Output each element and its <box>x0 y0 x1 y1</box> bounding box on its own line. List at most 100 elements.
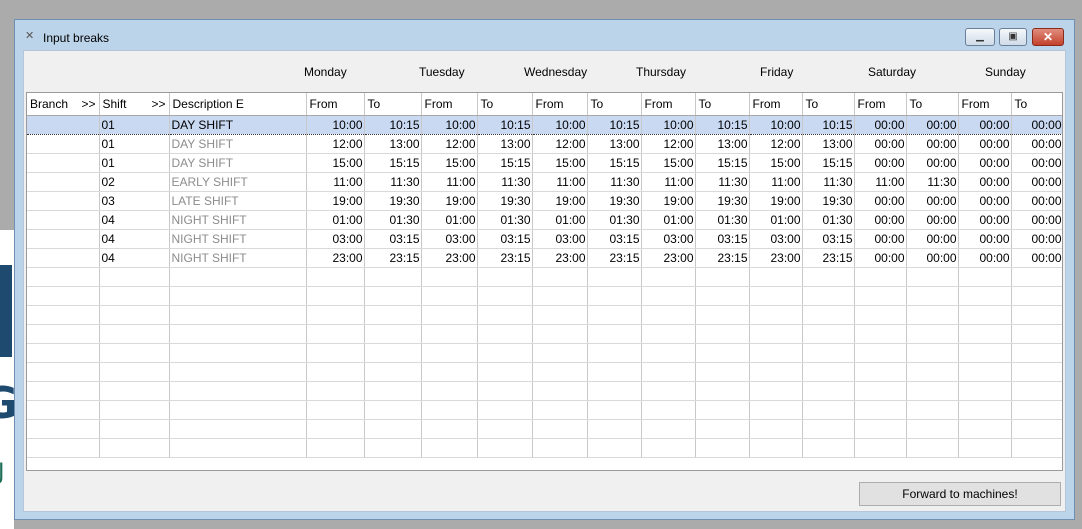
cell-to-time[interactable]: 10:15 <box>364 114 422 135</box>
cell-from-time[interactable]: 23:00 <box>421 248 478 268</box>
cell-empty[interactable] <box>1011 343 1062 363</box>
empty-row[interactable] <box>27 286 1062 306</box>
cell-empty[interactable] <box>587 362 642 382</box>
column-header-wednesday-from[interactable]: From <box>532 93 588 116</box>
cell-empty[interactable] <box>695 343 750 363</box>
cell-empty[interactable] <box>421 362 478 382</box>
column-header-friday-to[interactable]: To <box>802 93 855 116</box>
cell-empty[interactable] <box>364 324 422 344</box>
cell-from-time[interactable]: 19:00 <box>532 191 588 211</box>
cell-empty[interactable] <box>532 438 588 458</box>
cell-from-time[interactable]: 03:00 <box>749 229 803 249</box>
cell-from-time[interactable]: 00:00 <box>854 153 907 173</box>
cell-empty[interactable] <box>364 343 422 363</box>
cell-empty[interactable] <box>364 400 422 420</box>
empty-row[interactable] <box>27 267 1062 287</box>
cell-to-time[interactable]: 19:30 <box>364 191 422 211</box>
cell-empty[interactable] <box>421 400 478 420</box>
cell-empty[interactable] <box>641 362 696 382</box>
cell-empty[interactable] <box>906 381 959 401</box>
cell-from-time[interactable]: 15:00 <box>641 153 696 173</box>
cell-empty[interactable] <box>695 267 750 287</box>
cell-empty[interactable] <box>99 324 170 344</box>
cell-empty[interactable] <box>169 419 307 439</box>
cell-from-time[interactable]: 01:00 <box>749 210 803 230</box>
cell-description[interactable]: LATE SHIFT <box>169 191 307 211</box>
cell-from-time[interactable]: 12:00 <box>532 134 588 154</box>
column-header-saturday-from[interactable]: From <box>854 93 907 116</box>
cell-empty[interactable] <box>306 419 365 439</box>
cell-from-time[interactable]: 01:00 <box>641 210 696 230</box>
cell-description[interactable]: NIGHT SHIFT <box>169 248 307 268</box>
cell-to-time[interactable]: 19:30 <box>695 191 750 211</box>
cell-to-time[interactable]: 03:15 <box>587 229 642 249</box>
cell-from-time[interactable]: 12:00 <box>641 134 696 154</box>
empty-row[interactable] <box>27 324 1062 344</box>
cell-to-time[interactable]: 00:00 <box>1011 210 1062 230</box>
cell-empty[interactable] <box>532 381 588 401</box>
cell-to-time[interactable]: 15:15 <box>695 153 750 173</box>
cell-empty[interactable] <box>587 343 642 363</box>
cell-empty[interactable] <box>477 438 533 458</box>
cell-empty[interactable] <box>477 381 533 401</box>
cell-from-time[interactable]: 00:00 <box>958 229 1012 249</box>
cell-from-time[interactable]: 11:00 <box>854 172 907 192</box>
cell-from-time[interactable]: 00:00 <box>958 210 1012 230</box>
cell-empty[interactable] <box>1011 305 1062 325</box>
cell-empty[interactable] <box>958 267 1012 287</box>
cell-from-time[interactable]: 19:00 <box>421 191 478 211</box>
empty-row[interactable] <box>27 381 1062 401</box>
cell-branch[interactable] <box>27 172 100 192</box>
cell-empty[interactable] <box>306 381 365 401</box>
cell-to-time[interactable]: 23:15 <box>695 248 750 268</box>
cell-empty[interactable] <box>532 324 588 344</box>
column-header-shift[interactable]: Shift >> <box>99 93 170 116</box>
cell-to-time[interactable]: 00:00 <box>906 248 959 268</box>
cell-to-time[interactable]: 19:30 <box>587 191 642 211</box>
cell-empty[interactable] <box>695 381 750 401</box>
cell-empty[interactable] <box>802 400 855 420</box>
column-header-monday-to[interactable]: To <box>364 93 422 116</box>
cell-empty[interactable] <box>169 305 307 325</box>
cell-from-time[interactable]: 00:00 <box>958 191 1012 211</box>
cell-to-time[interactable]: 13:00 <box>477 134 533 154</box>
forward-to-machines-button[interactable]: Forward to machines! <box>859 482 1061 506</box>
cell-to-time[interactable]: 00:00 <box>906 191 959 211</box>
cell-empty[interactable] <box>906 343 959 363</box>
cell-empty[interactable] <box>854 419 907 439</box>
cell-empty[interactable] <box>477 286 533 306</box>
cell-to-time[interactable]: 10:15 <box>477 114 533 135</box>
cell-to-time[interactable]: 00:00 <box>1011 114 1062 135</box>
cell-shift[interactable]: 01 <box>99 114 170 135</box>
cell-empty[interactable] <box>802 267 855 287</box>
cell-from-time[interactable]: 00:00 <box>958 153 1012 173</box>
cell-branch[interactable] <box>27 134 100 154</box>
cell-from-time[interactable]: 01:00 <box>306 210 365 230</box>
cell-to-time[interactable]: 19:30 <box>802 191 855 211</box>
cell-empty[interactable] <box>906 419 959 439</box>
cell-to-time[interactable]: 23:15 <box>477 248 533 268</box>
cell-empty[interactable] <box>854 286 907 306</box>
column-header-tuesday-to[interactable]: To <box>477 93 533 116</box>
table-row[interactable]: 04 NIGHT SHIFT 23:00 23:15 23:00 23:15 23:00 23… <box>27 248 1062 268</box>
cell-branch[interactable] <box>27 153 100 173</box>
cell-shift[interactable]: 03 <box>99 191 170 211</box>
cell-from-time[interactable]: 03:00 <box>532 229 588 249</box>
cell-empty[interactable] <box>906 267 959 287</box>
cell-empty[interactable] <box>854 381 907 401</box>
column-header-sunday-to[interactable]: To <box>1011 93 1062 116</box>
cell-empty[interactable] <box>958 324 1012 344</box>
cell-empty[interactable] <box>854 267 907 287</box>
cell-empty[interactable] <box>854 343 907 363</box>
cell-from-time[interactable]: 23:00 <box>641 248 696 268</box>
cell-empty[interactable] <box>587 419 642 439</box>
cell-empty[interactable] <box>532 267 588 287</box>
cell-to-time[interactable]: 01:30 <box>477 210 533 230</box>
cell-empty[interactable] <box>906 362 959 382</box>
cell-empty[interactable] <box>854 362 907 382</box>
column-header-description[interactable]: Description E <box>169 93 307 116</box>
cell-empty[interactable] <box>587 400 642 420</box>
cell-to-time[interactable]: 11:30 <box>906 172 959 192</box>
cell-empty[interactable] <box>477 305 533 325</box>
cell-empty[interactable] <box>421 438 478 458</box>
